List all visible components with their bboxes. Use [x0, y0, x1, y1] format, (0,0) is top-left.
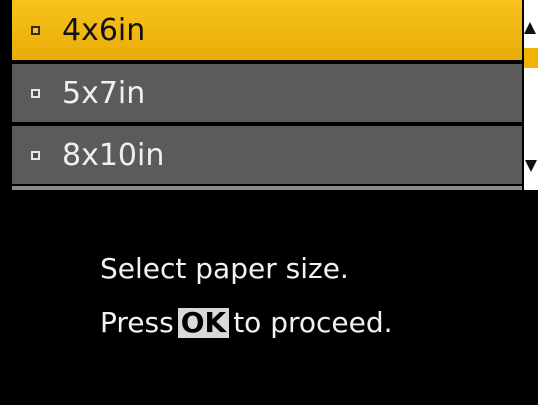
list-item-5x7[interactable]: 5x7in: [12, 64, 522, 122]
list-item-4x6[interactable]: 4x6in: [12, 0, 522, 60]
instruction-proceed-text: to proceed.: [233, 306, 393, 339]
instruction-press-text: Press: [100, 306, 174, 339]
ok-button-label: OK: [177, 308, 230, 338]
scrollbar-thumb[interactable]: [524, 48, 538, 68]
list-item-8x10[interactable]: 8x10in: [12, 126, 522, 184]
bullet-icon: [31, 25, 40, 35]
list-divider: [12, 186, 522, 190]
bullet-icon: [31, 150, 40, 160]
list-item-label: 8x10in: [62, 137, 165, 173]
instruction-line-1: Select paper size.: [100, 252, 349, 285]
instruction-line-2: Press OK to proceed.: [100, 306, 393, 339]
down-arrow-icon[interactable]: [525, 160, 537, 172]
bullet-icon: [31, 88, 40, 98]
list-item-label: 5x7in: [62, 75, 146, 111]
printer-lcd-screen: 4x6in 5x7in 8x10in Select paper size. Pr…: [0, 0, 538, 405]
paper-size-list: 4x6in 5x7in 8x10in: [12, 0, 522, 186]
up-arrow-icon[interactable]: [524, 22, 536, 34]
list-item-label: 4x6in: [62, 12, 146, 48]
